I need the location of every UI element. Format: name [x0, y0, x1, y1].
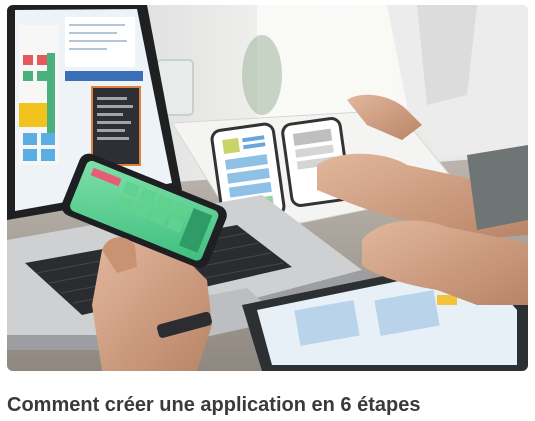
article-title[interactable]: Comment créer une application en 6 étape…	[7, 392, 420, 418]
article-hero-image[interactable]	[7, 5, 528, 371]
article-card[interactable]: Comment créer une application en 6 étape…	[0, 0, 535, 421]
hero-photo-illustration	[7, 5, 528, 371]
